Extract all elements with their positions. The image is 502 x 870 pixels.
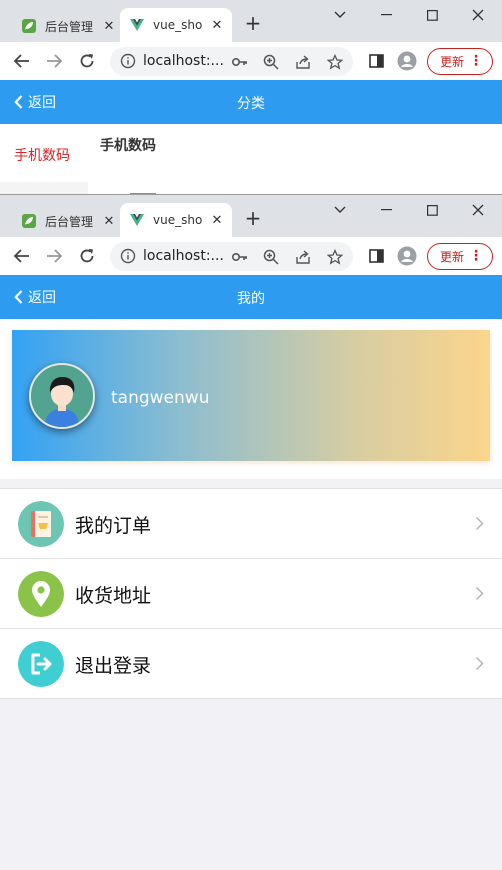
chevron-right-icon [475, 586, 484, 601]
profile-icon[interactable] [395, 49, 419, 73]
side-panel-icon[interactable] [364, 49, 388, 73]
chevron-right-icon [475, 516, 484, 531]
update-button[interactable]: 更新 ⋮ [427, 48, 493, 75]
location-pin-icon [18, 571, 64, 617]
app-header: 返回 我的 [0, 275, 502, 319]
user-avatar-icon [31, 365, 93, 427]
info-icon[interactable] [120, 248, 136, 264]
more-menu-icon[interactable]: ⋮ [469, 248, 483, 264]
info-icon[interactable] [120, 53, 136, 69]
side-panel-icon[interactable] [364, 244, 388, 268]
profile-card: tangwenwu [12, 330, 490, 461]
page-title: 分类 [237, 96, 265, 112]
profile-menu: 我的订单 收货地址 退出登录 [0, 488, 502, 699]
sidebar-item-selected[interactable]: 手机数码 [14, 145, 70, 165]
browser-window-profile: 后台管理 ✕ vue_shop ✕ + [0, 195, 502, 870]
more-menu-icon[interactable]: ⋮ [469, 53, 483, 69]
forward-arrow-icon[interactable] [42, 244, 66, 268]
share-icon[interactable] [293, 52, 313, 72]
tab-search-chevron-icon[interactable] [325, 199, 355, 221]
url-text: localhost:... [143, 248, 224, 264]
share-icon[interactable] [293, 247, 313, 267]
close-icon[interactable]: ✕ [209, 18, 225, 33]
maximize-icon[interactable] [417, 4, 447, 26]
back-arrow-icon[interactable] [10, 244, 34, 268]
close-icon[interactable]: ✕ [101, 19, 117, 34]
close-icon[interactable]: ✕ [101, 214, 117, 229]
leaf-favicon-icon [22, 19, 36, 33]
minimize-icon[interactable] [372, 4, 402, 26]
sidebar-item[interactable] [0, 182, 88, 194]
tab-strip: 后台管理 ✕ vue_shop ✕ + [0, 0, 502, 42]
avatar[interactable] [29, 363, 95, 429]
tab-strip: 后台管理 ✕ vue_shop ✕ + [0, 195, 502, 237]
username: tangwenwu [111, 388, 210, 408]
logout-icon [18, 641, 64, 687]
menu-label: 我的订单 [75, 515, 152, 537]
tab-title: 后台管理 [45, 214, 94, 229]
minimize-icon[interactable] [372, 199, 402, 221]
update-button[interactable]: 更新 ⋮ [427, 243, 493, 270]
bookmark-star-icon[interactable] [325, 247, 345, 267]
key-icon[interactable] [230, 52, 250, 72]
tab-vue-shop[interactable]: vue_shop ✕ [120, 8, 232, 42]
key-icon[interactable] [230, 247, 250, 267]
maximize-icon[interactable] [417, 199, 447, 221]
url-text: localhost:... [143, 53, 224, 69]
menu-item-address[interactable]: 收货地址 [0, 559, 502, 629]
tab-title: 后台管理 [45, 19, 94, 34]
menu-label: 收货地址 [75, 585, 152, 607]
section-title: 手机数码 [100, 138, 156, 154]
forward-arrow-icon[interactable] [42, 49, 66, 73]
tab-vue-shop[interactable]: vue_shop ✕ [120, 203, 232, 237]
update-label: 更新 [440, 250, 465, 264]
browser-toolbar: localhost:... 更新 ⋮ [0, 237, 502, 275]
page-title: 我的 [237, 291, 265, 307]
vue-logo-icon [130, 214, 144, 226]
menu-label: 退出登录 [75, 655, 152, 677]
menu-item-orders[interactable]: 我的订单 [0, 489, 502, 559]
reload-icon[interactable] [75, 244, 99, 268]
tab-admin[interactable]: 后台管理 ✕ [12, 10, 120, 42]
tab-title: vue_shop [153, 213, 203, 227]
close-icon[interactable]: ✕ [209, 213, 225, 228]
tab-search-chevron-icon[interactable] [325, 4, 355, 26]
browser-toolbar: localhost:... 更新 ⋮ [0, 42, 502, 80]
leaf-favicon-icon [22, 214, 36, 228]
app-header: 返回 分类 [0, 80, 502, 124]
profile-icon[interactable] [395, 244, 419, 268]
address-bar[interactable]: localhost:... [110, 242, 353, 271]
window-close-icon[interactable] [463, 4, 493, 26]
vue-logo-icon [130, 19, 144, 31]
update-label: 更新 [440, 55, 465, 69]
new-tab-icon[interactable]: + [243, 13, 263, 33]
order-book-icon [18, 501, 64, 547]
bookmark-star-icon[interactable] [325, 52, 345, 72]
chevron-right-icon [475, 656, 484, 671]
window-close-icon[interactable] [463, 199, 493, 221]
reload-icon[interactable] [75, 49, 99, 73]
menu-item-logout[interactable]: 退出登录 [0, 629, 502, 699]
browser-window-category: 后台管理 ✕ vue_shop ✕ + [0, 0, 502, 195]
zoom-icon[interactable] [261, 247, 281, 267]
address-bar[interactable]: localhost:... [110, 47, 353, 76]
new-tab-icon[interactable]: + [243, 208, 263, 228]
back-arrow-icon[interactable] [10, 49, 34, 73]
tab-title: vue_shop [153, 18, 203, 32]
zoom-icon[interactable] [261, 52, 281, 72]
tab-admin[interactable]: 后台管理 ✕ [12, 205, 120, 237]
